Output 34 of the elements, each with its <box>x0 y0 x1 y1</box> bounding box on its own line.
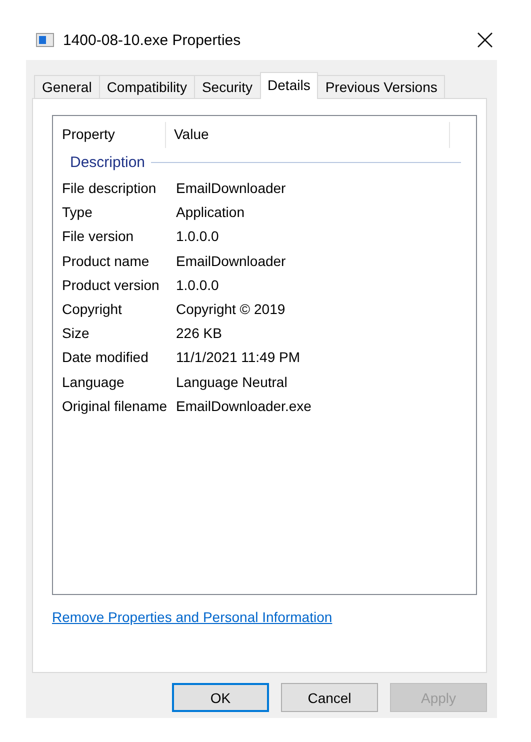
property-name: Type <box>62 203 94 222</box>
column-header[interactable]: Value <box>174 122 450 148</box>
property-value: EmailDownloader <box>176 179 286 198</box>
property-value: EmailDownloader <box>176 252 286 271</box>
property-name: Date modified <box>62 348 150 368</box>
tab[interactable]: General <box>34 75 100 98</box>
property-value: 1.0.0.0 <box>176 227 219 246</box>
dialog-button[interactable]: Cancel <box>281 683 378 712</box>
tab[interactable]: Details <box>260 72 318 99</box>
tab[interactable]: Compatibility <box>98 75 195 98</box>
property-value: 1.0.0.0 <box>176 276 219 295</box>
property-name: Copyright <box>62 300 123 319</box>
tab[interactable]: Previous Versions <box>317 75 446 98</box>
column-header[interactable]: Property <box>62 122 166 148</box>
tab[interactable]: Security <box>194 75 261 98</box>
property-name: Product version <box>62 276 160 295</box>
property-value: EmailDownloader.exe <box>176 396 312 416</box>
property-value: Language Neutral <box>176 372 288 392</box>
property-value: 226 KB <box>176 324 222 344</box>
remove-properties-link[interactable]: Remove Properties and Personal Information <box>52 609 332 625</box>
app-window-icon <box>36 33 54 47</box>
property-name: File description <box>62 179 158 198</box>
property-name: Language <box>62 372 126 392</box>
property-value: 11/1/2021 11:49 PM <box>176 348 300 368</box>
property-value: Application <box>176 203 244 222</box>
close-icon[interactable] <box>477 32 493 48</box>
property-value: Copyright © 2019 <box>176 300 286 319</box>
property-name: Original filename <box>62 396 168 416</box>
property-name: Size <box>62 324 90 344</box>
property-name: File version <box>62 227 135 246</box>
dialog-button[interactable]: OK <box>172 683 269 712</box>
window-title: 1400-08-10.exe Properties <box>63 32 242 48</box>
property-name: Product name <box>62 252 150 271</box>
group-header: Description <box>70 154 146 170</box>
